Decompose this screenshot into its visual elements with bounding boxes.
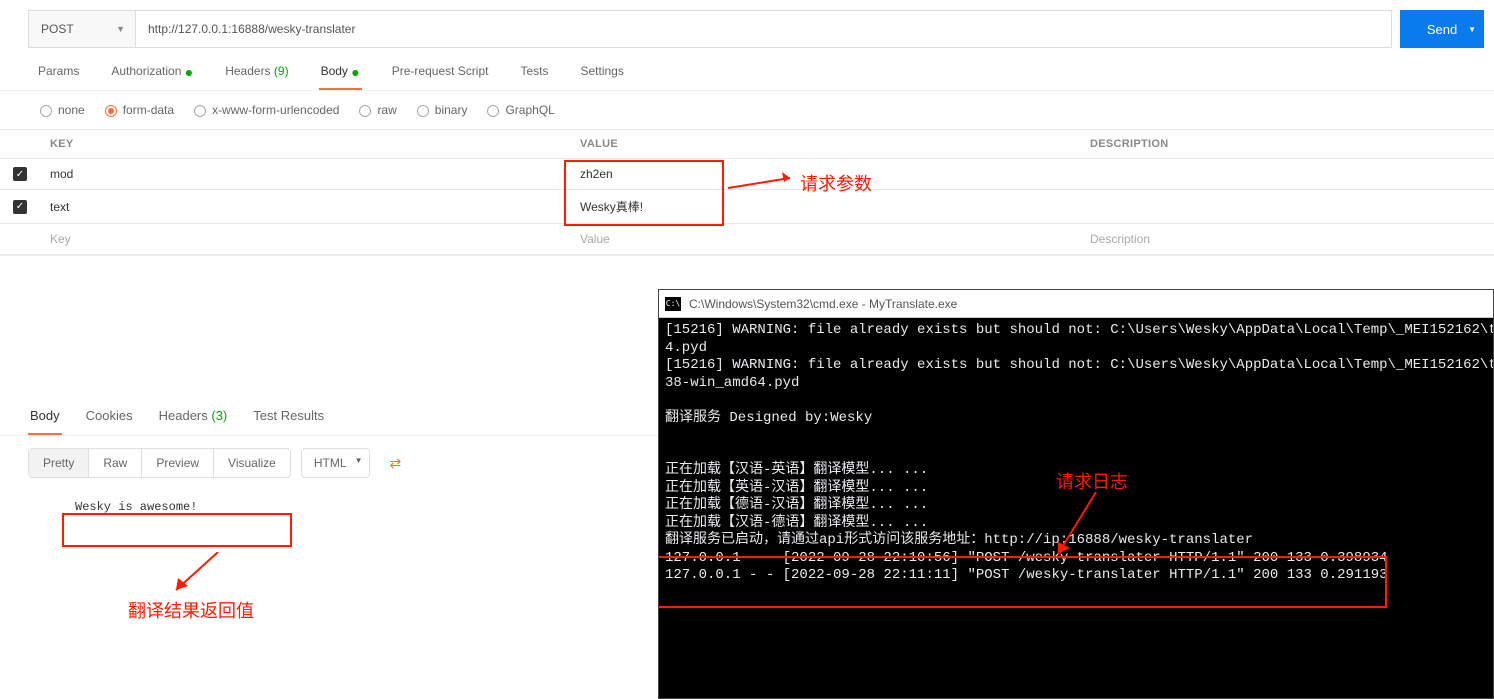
tab-settings[interactable]: Settings [578, 64, 625, 90]
tab-authorization[interactable]: Authorization ● [109, 64, 195, 90]
form-data-table: KEY VALUE DESCRIPTION ✓ mod zh2en ✓ text… [0, 129, 1494, 255]
resp-tab-headers[interactable]: Headers (3) [157, 408, 230, 435]
desc-cell[interactable] [1080, 166, 1494, 182]
terminal-title-text: C:\Windows\System32\cmd.exe - MyTranslat… [689, 297, 957, 311]
table-row: ✓ text Wesky真棒! [0, 190, 1494, 224]
tab-prerequest[interactable]: Pre-request Script [390, 64, 491, 90]
key-cell[interactable]: mod [40, 159, 570, 189]
annotation-response-result: 翻译结果返回值 [128, 597, 254, 623]
method-select[interactable]: POST [28, 10, 136, 48]
terminal-titlebar[interactable]: C:\ C:\Windows\System32\cmd.exe - MyTran… [659, 290, 1493, 318]
view-pretty[interactable]: Pretty [29, 449, 89, 477]
send-button[interactable]: Send [1400, 10, 1484, 48]
tab-params[interactable]: Params [36, 64, 81, 90]
resp-tab-testresults[interactable]: Test Results [251, 408, 326, 435]
bodytype-none[interactable]: none [40, 103, 85, 117]
view-visualize[interactable]: Visualize [214, 449, 290, 477]
request-bar: POST http://127.0.0.1:16888/wesky-transl… [0, 0, 1494, 54]
annotation-request-params: 请求参数 [800, 170, 872, 196]
wrap-toggle-icon[interactable]: ⇄ [382, 449, 410, 478]
bodytype-binary[interactable]: binary [417, 103, 468, 117]
annotation-request-log: 请求日志 [1056, 468, 1128, 494]
send-label: Send [1427, 22, 1457, 37]
resp-tab-body[interactable]: Body [28, 408, 62, 435]
table-header: KEY VALUE DESCRIPTION [0, 130, 1494, 159]
format-select[interactable]: HTML [301, 448, 370, 478]
table-row: ✓ mod zh2en [0, 159, 1494, 190]
bodytype-raw[interactable]: raw [359, 103, 396, 117]
url-input[interactable]: http://127.0.0.1:16888/wesky-translater [136, 10, 1392, 48]
desc-cell[interactable] [1080, 199, 1494, 215]
resp-tab-cookies[interactable]: Cookies [84, 408, 135, 435]
bodytype-graphql[interactable]: GraphQL [487, 103, 554, 117]
key-placeholder[interactable]: Key [40, 224, 570, 254]
body-dot-icon: ● [351, 64, 359, 80]
row-checkbox[interactable]: ✓ [13, 200, 27, 214]
view-mode-group: Pretty Raw Preview Visualize [28, 448, 291, 478]
url-value: http://127.0.0.1:16888/wesky-translater [148, 22, 355, 36]
desc-placeholder[interactable]: Description [1080, 224, 1494, 254]
terminal-window: C:\ C:\Windows\System32\cmd.exe - MyTran… [658, 289, 1494, 699]
col-desc-header: DESCRIPTION [1080, 130, 1494, 158]
cmd-icon: C:\ [665, 297, 681, 311]
arrow-icon [168, 552, 228, 598]
request-tabs: Params Authorization ● Headers (9) Body … [0, 54, 1494, 91]
view-raw[interactable]: Raw [89, 449, 142, 477]
body-type-selector: none form-data x-www-form-urlencoded raw… [0, 91, 1494, 129]
value-placeholder[interactable]: Value [570, 224, 1080, 254]
tab-headers[interactable]: Headers (9) [223, 64, 290, 90]
tab-body[interactable]: Body ● [319, 64, 362, 90]
col-value-header: VALUE [570, 130, 1080, 158]
tab-tests[interactable]: Tests [518, 64, 550, 90]
auth-dot-icon: ● [185, 64, 193, 80]
method-value: POST [41, 22, 74, 36]
row-checkbox[interactable]: ✓ [13, 167, 27, 181]
bodytype-form-data[interactable]: form-data [105, 103, 174, 117]
terminal-output[interactable]: [15216] WARNING: file already exists but… [659, 318, 1493, 698]
table-row-empty: Key Value Description [0, 224, 1494, 255]
view-preview[interactable]: Preview [142, 449, 214, 477]
bodytype-xwww[interactable]: x-www-form-urlencoded [194, 103, 339, 117]
key-cell[interactable]: text [40, 192, 570, 222]
col-key-header: KEY [40, 130, 570, 158]
